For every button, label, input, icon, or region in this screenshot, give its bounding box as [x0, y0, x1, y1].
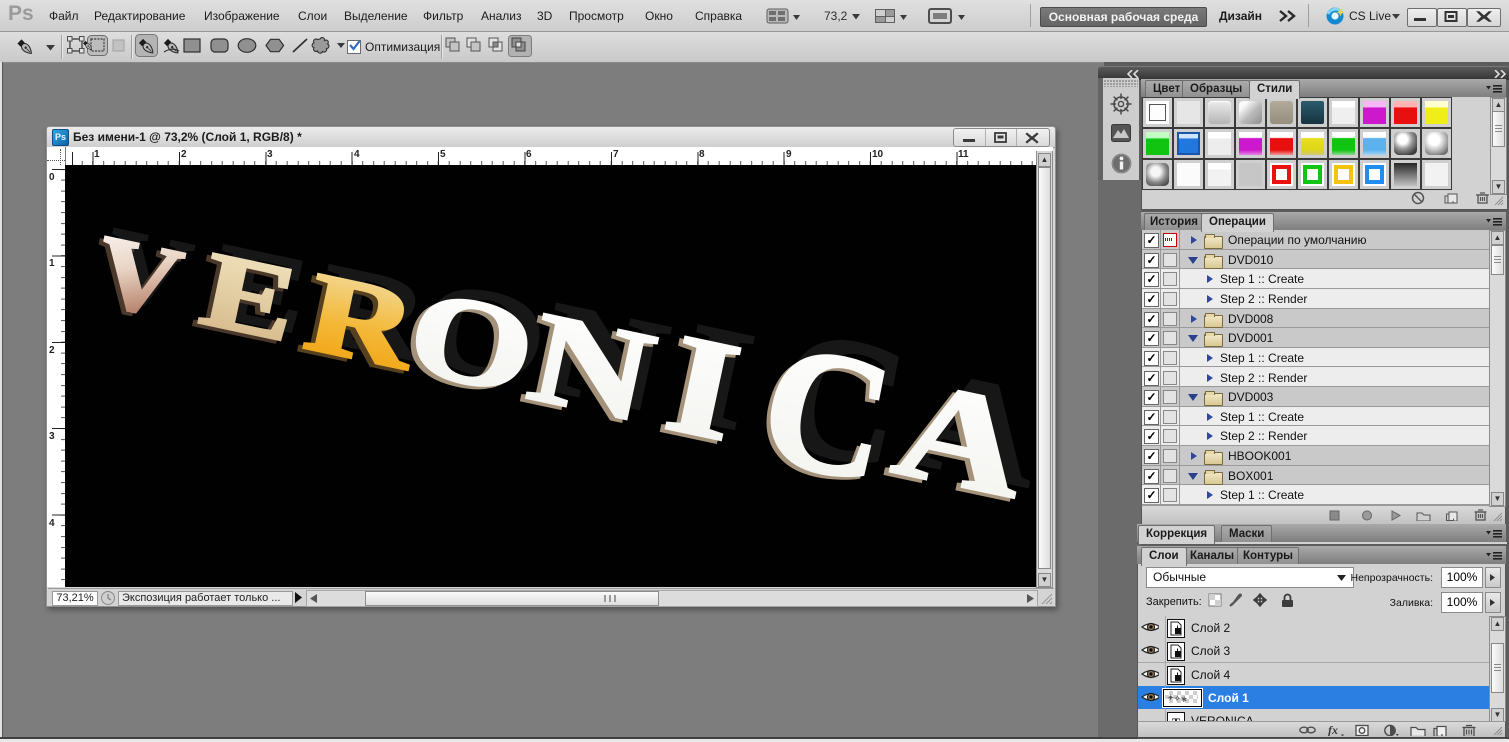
svg-text:✦✧∗: ✦✧∗ [1167, 693, 1188, 703]
svg-text:fx: fx [1328, 724, 1338, 736]
